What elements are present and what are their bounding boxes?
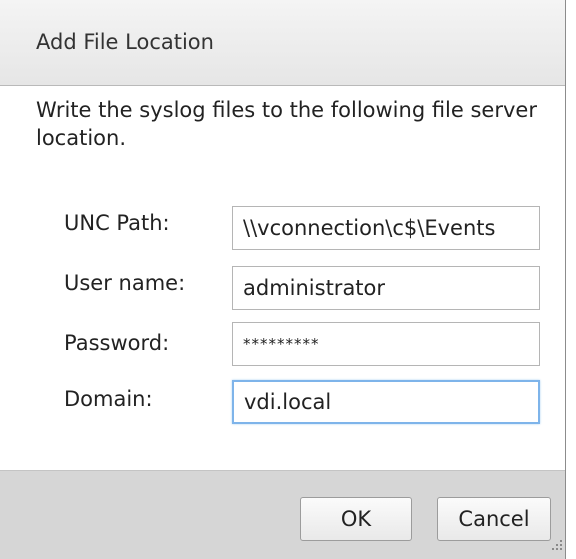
domain-label: Domain: (64, 387, 153, 411)
domain-input[interactable] (232, 380, 540, 424)
dialog-title: Add File Location (36, 30, 214, 54)
password-label: Password: (64, 331, 170, 355)
resize-grip-icon[interactable] (552, 538, 564, 552)
username-input[interactable] (232, 266, 540, 310)
add-file-location-dialog: Add File Location Write the syslog files… (0, 0, 566, 559)
unc-path-input[interactable] (232, 206, 540, 250)
unc-path-label: UNC Path: (64, 211, 170, 235)
dialog-title-bar[interactable]: Add File Location (0, 0, 565, 86)
ok-button[interactable]: OK (300, 497, 412, 541)
dialog-description: Write the syslog files to the following … (36, 98, 537, 150)
username-label: User name: (64, 271, 186, 295)
password-input[interactable] (232, 322, 540, 366)
cancel-button[interactable]: Cancel (437, 497, 551, 541)
